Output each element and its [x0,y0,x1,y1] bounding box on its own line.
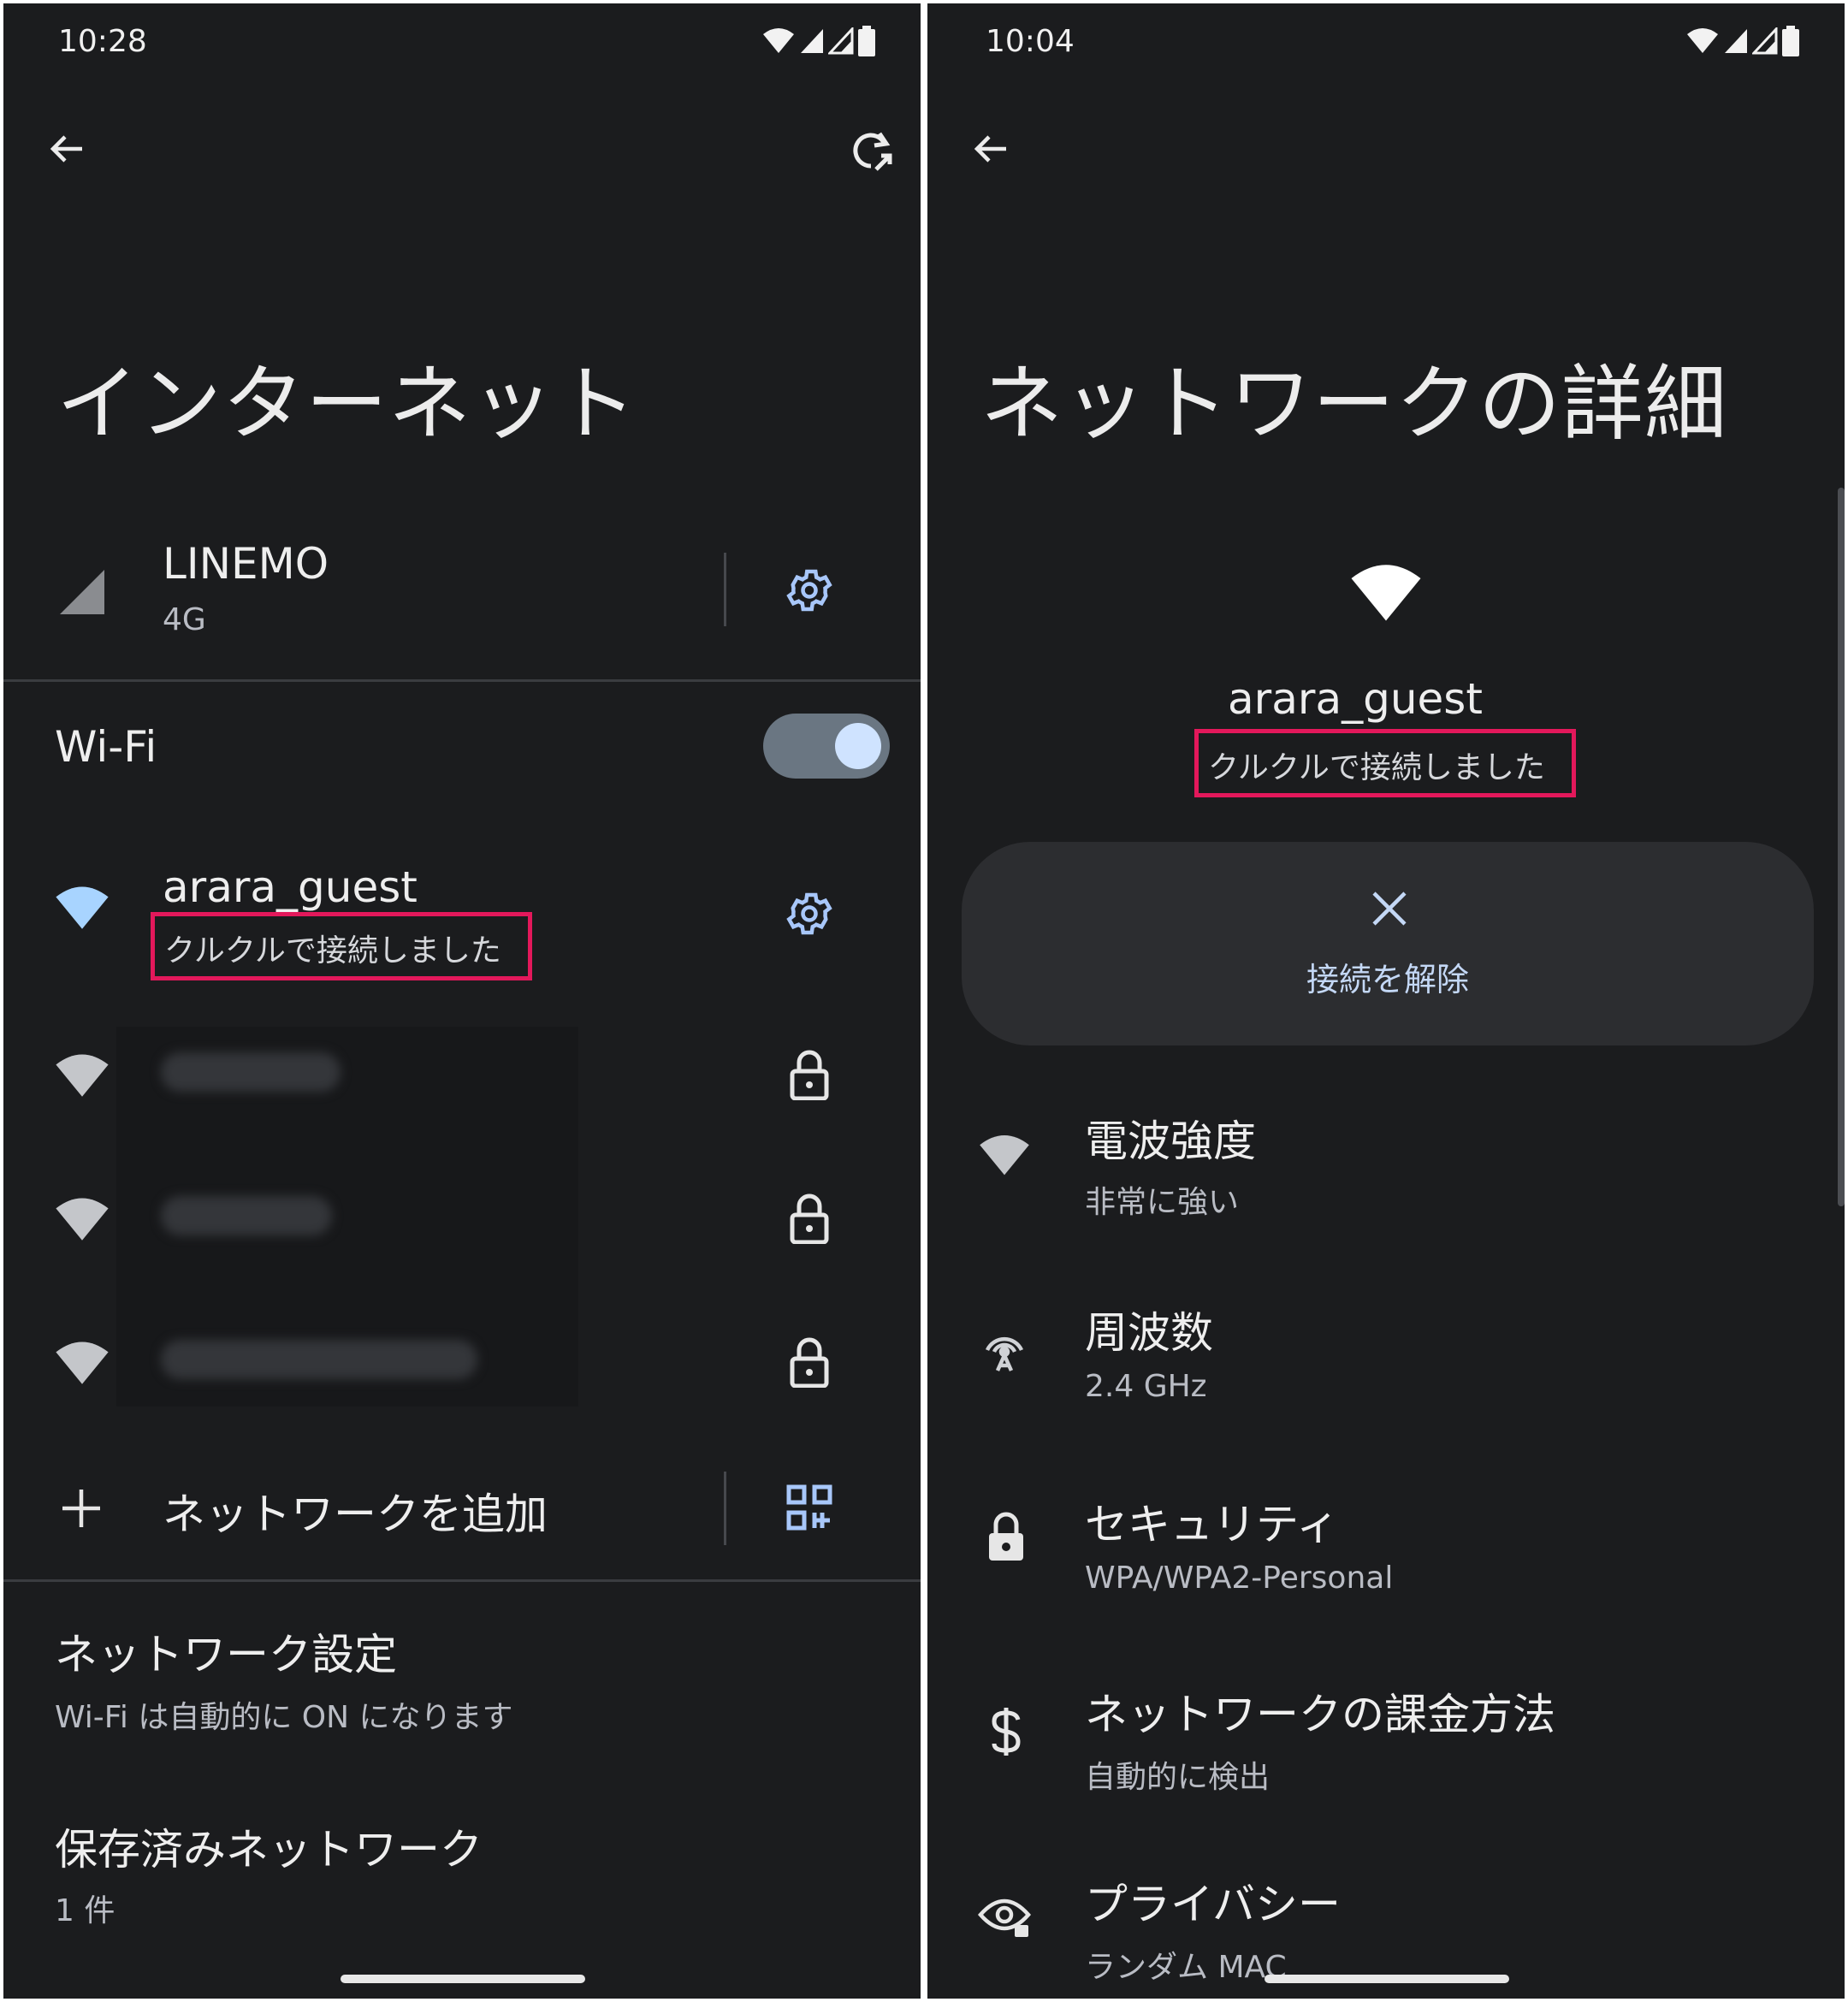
signal-status-icon [801,29,823,53]
network-reset-icon[interactable] [847,127,895,175]
connected-network-status: クルクルで接続しました [164,933,501,968]
signal-strength-title: 電波強度 [1085,1116,1256,1166]
internet-screen: 10:28 インターネット LINEMO 4G Wi-Fi arara_gues… [3,3,921,1999]
disconnect-label: 接続を解除 [1306,961,1469,998]
section-divider [3,1579,921,1582]
mobile-network-name[interactable]: LINEMO [163,539,329,589]
qr-code-scan-icon[interactable] [785,1484,833,1531]
lock-icon [986,1511,1027,1562]
add-network-label[interactable]: ネットワークを追加 [163,1480,548,1542]
saved-networks-title[interactable]: 保存済みネットワーク [55,1815,483,1877]
divider [724,553,726,626]
wifi-icon[interactable] [53,1052,111,1100]
privacy-value: ランダム MAC [1085,1950,1287,1985]
home-indicator[interactable] [341,1975,585,1983]
page-title: インターネット [56,356,637,452]
blurred-name [161,1052,341,1092]
back-arrow-icon[interactable] [970,128,1011,169]
divider [724,1472,726,1545]
blurred-name [161,1340,477,1379]
antenna-icon [977,1321,1032,1376]
wifi-icon[interactable] [53,1196,111,1244]
blurred-network-names [116,1027,578,1407]
page-title: ネットワークの詳細 [980,356,1727,452]
saved-networks-count: 1 件 [55,1893,116,1928]
frequency-value: 2.4 GHz [1085,1369,1207,1404]
section-divider [3,679,921,682]
plus-icon[interactable] [60,1487,103,1530]
status-time: 10:28 [58,24,147,59]
metering-value: 自動的に検出 [1085,1760,1270,1795]
frequency-title: 周波数 [1085,1308,1213,1358]
wifi-icon [977,1133,1032,1179]
wifi-connected-icon [53,885,111,933]
signal-status-icon-2 [1752,27,1778,55]
mobile-network-type: 4G [163,602,206,637]
lock-icon [789,1193,830,1244]
disconnect-button[interactable]: 接続を解除 [962,842,1814,1045]
network-settings-subtitle: Wi-Fi は自動的に ON になります [55,1700,513,1735]
signal-strength-value: 非常に強い [1085,1185,1240,1220]
wifi-icon[interactable] [53,1340,111,1388]
network-name: arara_guest [1228,674,1483,724]
wifi-large-icon [1347,563,1425,625]
scrollbar[interactable] [1838,488,1845,1206]
privacy-eye-icon [977,1892,1032,1940]
wifi-toggle[interactable] [763,714,890,779]
toggle-knob [835,723,881,769]
metering-title: ネットワークの課金方法 [1085,1690,1555,1739]
cellular-signal-icon [58,568,106,616]
network-status: クルクルで接続しました [1208,750,1545,785]
network-settings-title[interactable]: ネットワーク設定 [55,1620,397,1682]
wifi-status-icon [1687,28,1718,53]
status-time: 10:04 [986,24,1075,59]
connected-network-name[interactable]: arara_guest [163,862,418,912]
back-arrow-icon[interactable] [46,128,87,169]
privacy-title: プライバシー [1085,1880,1341,1929]
security-title: セキュリティ [1085,1500,1339,1549]
lock-icon [789,1049,830,1100]
network-details-screen: 10:04 ネットワークの詳細 arara_guest クルクルで接続しました … [927,3,1845,1999]
battery-icon [1782,26,1799,56]
status-icons [761,26,876,56]
dollar-icon [984,1706,1028,1757]
status-icons [1685,26,1800,56]
signal-status-icon [1725,29,1747,53]
security-value: WPA/WPA2-Personal [1085,1561,1394,1596]
blurred-name [161,1196,332,1235]
battery-icon [858,26,875,56]
mobile-settings-gear-icon[interactable] [784,565,835,616]
connected-network-gear-icon[interactable] [784,888,835,939]
home-indicator[interactable] [1265,1975,1509,1983]
wifi-label: Wi-Fi [55,722,157,772]
lock-icon [789,1336,830,1388]
signal-status-icon-2 [828,27,854,55]
wifi-status-icon [763,28,794,53]
close-icon [1371,890,1408,931]
